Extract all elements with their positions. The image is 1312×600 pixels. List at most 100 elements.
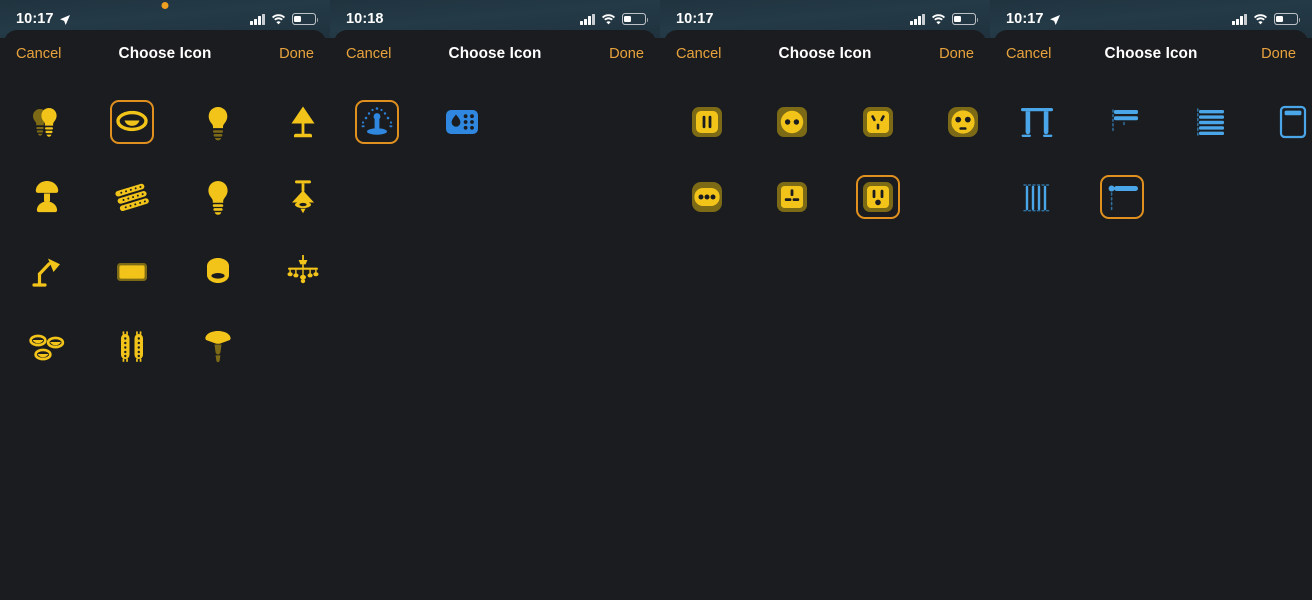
bulb-dim-icon[interactable] [196,100,240,144]
icon-option-roller-shade[interactable] [1251,86,1312,158]
chandelier-icon[interactable] [281,250,325,294]
cellular-signal-icon [910,13,925,25]
icon-option-chandelier[interactable] [261,236,331,308]
blinds-half-open-icon[interactable] [1100,100,1144,144]
bulb-bright-icon[interactable] [196,175,240,219]
icon-option-blinds-half-open[interactable] [1080,86,1166,158]
outlet-type-f-icon[interactable] [941,100,985,144]
cancel-button[interactable]: Cancel [676,46,721,62]
cellular-signal-icon [580,13,595,25]
icon-grid-row [4,161,326,236]
blinds-closed-icon[interactable] [1186,100,1230,144]
done-button[interactable]: Done [1261,46,1296,62]
icon-option-drip-irrigation[interactable] [420,86,506,158]
sheet-navigation-bar: Cancel Choose Icon Done [4,30,326,78]
icon-cell-empty [1165,161,1251,233]
icon-grid [334,78,656,161]
light-strips-icon[interactable] [110,175,154,219]
wifi-icon [271,13,286,25]
status-bar-left: 10:17 [16,11,70,27]
done-button[interactable]: Done [609,46,644,62]
roller-shade-icon[interactable] [1271,100,1312,144]
recessed-lights-icon[interactable] [25,325,69,369]
icon-option-ceiling-light[interactable] [90,86,176,158]
two-bulbs-icon[interactable] [25,100,69,144]
icon-option-curtain-track[interactable] [1080,161,1166,233]
status-bar-right [580,13,649,25]
icon-option-table-lamp[interactable] [261,86,331,158]
outlet-type-a-icon[interactable] [685,100,729,144]
choose-icon-sheet: Cancel Choose Icon Done [664,30,986,600]
icon-option-sprinkler[interactable] [334,86,420,158]
done-button[interactable]: Done [939,46,974,62]
icon-option-bulb-dim[interactable] [175,86,261,158]
icon-option-outlet-type-d[interactable] [664,161,750,233]
light-tubes-icon[interactable] [110,325,154,369]
drum-shade-light-icon[interactable] [196,250,240,294]
cancel-button[interactable]: Cancel [16,46,61,62]
icon-option-pendant-light[interactable] [261,161,331,233]
icon-option-curtains-open[interactable] [994,86,1080,158]
icon-option-light-tubes[interactable] [90,311,176,383]
wifi-icon [1253,13,1268,25]
icon-option-outlet-type-i[interactable] [835,86,921,158]
icon-grid [994,78,1308,236]
icon-option-light-strips[interactable] [90,161,176,233]
sprinkler-icon-picker: 10:18 Cancel Choose Icon Done [330,0,660,600]
icon-option-bulb-bright[interactable] [175,161,261,233]
status-bar-right [910,13,979,25]
icon-cell-empty [261,311,331,383]
done-button[interactable]: Done [279,46,314,62]
icon-option-outlet-type-g[interactable] [750,161,836,233]
cellular-signal-icon [1232,13,1247,25]
curtains-open-icon[interactable] [1015,100,1059,144]
choose-icon-sheet: Cancel Choose Icon Done [994,30,1308,600]
flood-bulb-icon[interactable] [196,325,240,369]
icon-option-light-panel[interactable] [90,236,176,308]
icon-option-drum-shade-light[interactable] [175,236,261,308]
icon-option-outlet-type-c[interactable] [750,86,836,158]
cancel-button[interactable]: Cancel [1006,46,1051,62]
sprinkler-icon[interactable] [354,100,399,144]
ceiling-light-icon[interactable] [110,100,155,144]
location-arrow-icon [59,14,70,25]
outlet-type-c-icon[interactable] [770,100,814,144]
vertical-blinds-icon[interactable] [1015,175,1059,219]
table-lamp-icon[interactable] [281,100,325,144]
window-covering-icon-picker: 10:17 Cancel Choose Icon Done [990,0,1312,600]
icon-grid-row [664,161,986,236]
outlet-type-d-icon[interactable] [685,175,729,219]
light-panel-icon[interactable] [110,250,154,294]
desk-lamp-icon[interactable] [25,250,69,294]
icon-option-desk-lamp[interactable] [4,236,90,308]
cancel-button[interactable]: Cancel [346,46,391,62]
drip-irrigation-icon[interactable] [440,100,484,144]
multi-screenshot-stage: 10:17 Cancel Choose Icon Done 10:18 Canc… [0,0,1312,600]
wifi-icon [931,13,946,25]
icon-option-blinds-closed[interactable] [1165,86,1251,158]
icon-option-recessed-lights[interactable] [4,311,90,383]
curtain-track-icon[interactable] [1100,175,1145,219]
icon-option-outlet-type-f[interactable] [921,86,991,158]
outlet-type-i-icon[interactable] [856,100,900,144]
pendant-light-icon[interactable] [281,175,325,219]
outlet-type-g-icon[interactable] [770,175,814,219]
icon-option-two-bulbs[interactable] [4,86,90,158]
icon-option-mushroom-lamp[interactable] [4,161,90,233]
mushroom-lamp-icon[interactable] [25,175,69,219]
sheet-navigation-bar: Cancel Choose Icon Done [994,30,1308,78]
status-bar-right [1232,13,1301,25]
status-bar-left: 10:17 [1006,11,1060,27]
icon-cell-empty [1251,161,1312,233]
wifi-icon [601,13,616,25]
status-bar-left: 10:18 [346,11,384,27]
choose-icon-sheet: Cancel Choose Icon Done [334,30,656,600]
battery-icon [952,13,979,25]
icon-option-flood-bulb[interactable] [175,311,261,383]
icon-option-outlet-type-a[interactable] [664,86,750,158]
status-bar-time: 10:17 [16,11,54,27]
icon-option-outlet-type-b[interactable] [835,161,921,233]
icon-option-vertical-blinds[interactable] [994,161,1080,233]
outlet-type-b-icon[interactable] [855,175,900,219]
choose-icon-sheet: Cancel Choose Icon Done [4,30,326,600]
